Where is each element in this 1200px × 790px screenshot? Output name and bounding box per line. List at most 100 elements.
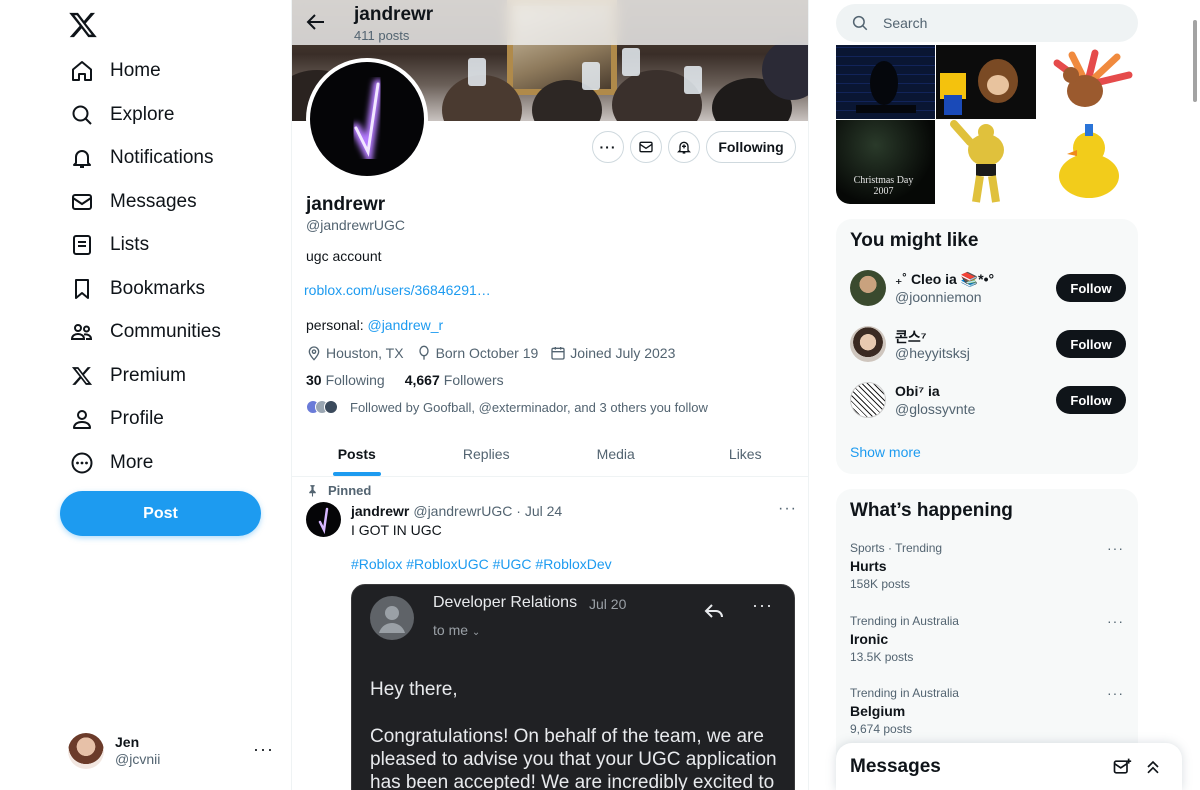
personal-handle-link[interactable]: @jandrew_r xyxy=(367,317,443,333)
bell-plus-icon xyxy=(677,141,691,154)
following-count: 30 xyxy=(306,372,322,388)
tweet-hashtags[interactable]: #Roblox #RobloxUGC #UGC #RobloxDev xyxy=(351,556,612,572)
calendar-icon xyxy=(551,347,565,360)
nav-communities[interactable]: Communities xyxy=(66,310,221,354)
double-chevron-up-icon[interactable] xyxy=(1143,757,1163,777)
trend-count: 13.5K posts xyxy=(850,650,914,664)
trend-context: Trending in Australia xyxy=(850,686,959,700)
media-thumb[interactable] xyxy=(836,45,935,119)
email-to-text: to me xyxy=(433,622,469,638)
x-logo-icon[interactable] xyxy=(68,10,98,40)
tweet-author[interactable]: jandrewr xyxy=(351,503,409,519)
email-recipient: to me ⌄ xyxy=(433,622,480,638)
tab-media[interactable]: Media xyxy=(551,431,681,476)
following-button[interactable]: Following xyxy=(706,131,796,163)
location-icon xyxy=(308,346,320,361)
show-more-link[interactable]: Show more xyxy=(850,444,921,460)
new-message-icon[interactable] xyxy=(1112,757,1132,777)
trend-item[interactable]: Trending in Australia Belgium 9,674 post… xyxy=(850,685,1126,745)
more-dots-icon[interactable]: ··· xyxy=(253,739,274,760)
trend-count: 9,674 posts xyxy=(850,722,913,736)
suggested-user-name: Obi⁷ ia xyxy=(895,383,940,399)
more-dots-icon[interactable]: ··· xyxy=(778,500,797,518)
scrollbar[interactable] xyxy=(1193,20,1197,102)
followers-link[interactable]: 4,667 Followers xyxy=(405,372,504,388)
nav-lists-label: Lists xyxy=(110,234,150,255)
suggested-user[interactable]: Obi⁷ ia @glossyvnte Follow xyxy=(850,380,1126,420)
more-dots-icon[interactable]: ··· xyxy=(1107,613,1124,629)
post-button[interactable]: Post xyxy=(60,491,261,536)
nav-notifications[interactable]: Notifications xyxy=(66,136,214,180)
more-options-button[interactable]: ··· xyxy=(592,131,624,163)
following-link[interactable]: 30 Following xyxy=(306,372,385,388)
search-input[interactable]: Search xyxy=(836,4,1138,42)
whats-happening-title: What’s happening xyxy=(850,500,1013,521)
reply-icon xyxy=(704,604,723,618)
nav-messages[interactable]: Messages xyxy=(66,180,197,224)
follow-button[interactable]: Follow xyxy=(1056,330,1126,358)
glow-check-logo xyxy=(318,507,329,535)
tweet-media-image[interactable]: Developer Relations Jul 20 to me ⌄ ··· H… xyxy=(351,584,795,790)
avatar xyxy=(850,270,886,306)
media-thumb[interactable]: Christmas Day 2007 xyxy=(836,120,935,204)
nav-home[interactable]: Home xyxy=(66,49,161,93)
trend-name: Belgium xyxy=(850,703,906,719)
avatar xyxy=(324,400,338,414)
more-dots-icon[interactable]: ··· xyxy=(1107,685,1124,701)
nav-bookmarks[interactable]: Bookmarks xyxy=(66,267,205,311)
suggested-user-name: 콘스⁷ xyxy=(895,329,927,345)
follow-button[interactable]: Follow xyxy=(1056,386,1126,414)
trend-item[interactable]: Sports · Trending Hurts 158K posts ··· xyxy=(850,540,1126,600)
media-thumb[interactable] xyxy=(936,45,1036,119)
nav-premium[interactable]: Premium xyxy=(66,354,186,398)
profile-meta: Houston, TX Born October 19 Joined July … xyxy=(306,344,687,362)
account-switcher[interactable]: Jen @jcvnii ··· xyxy=(68,727,280,775)
tab-likes[interactable]: Likes xyxy=(681,431,809,476)
media-thumb[interactable] xyxy=(1037,120,1137,204)
follow-button[interactable]: Follow xyxy=(1056,274,1126,302)
followed-by-text: Followed by Goofball, @exterminador, and… xyxy=(350,399,708,415)
suggested-user[interactable]: ₊˚ Cleo ia 📚*•° @joonniemon Follow xyxy=(850,268,1126,308)
nav-explore[interactable]: Explore xyxy=(66,93,174,137)
tab-posts[interactable]: Posts xyxy=(292,431,422,476)
profile-joined: Joined July 2023 xyxy=(570,345,676,361)
followed-by[interactable]: Followed by Goofball, @exterminador, and… xyxy=(306,398,708,416)
account-name: Jen xyxy=(115,734,140,750)
tab-replies[interactable]: Replies xyxy=(422,431,552,476)
nav-premium-label: Premium xyxy=(110,365,187,386)
profile-link[interactable]: roblox.com/users/36846291… xyxy=(304,282,491,298)
nav-lists[interactable]: Lists xyxy=(66,223,149,267)
list-icon xyxy=(66,229,98,261)
profile-display-name: jandrewr xyxy=(306,194,386,215)
message-button[interactable] xyxy=(630,131,662,163)
trend-item[interactable]: Trending in Australia Ironic 13.5K posts… xyxy=(850,613,1126,673)
messages-drawer[interactable]: Messages xyxy=(836,743,1182,790)
home-icon xyxy=(66,55,98,87)
nav-more[interactable]: More xyxy=(66,441,153,485)
messages-drawer-title: Messages xyxy=(850,756,941,777)
media-thumb[interactable] xyxy=(936,120,1036,204)
suggested-user-handle: @heyyitsksj xyxy=(895,345,970,361)
nav-profile-label: Profile xyxy=(110,408,164,429)
nav-messages-label: Messages xyxy=(110,191,197,212)
search-icon xyxy=(852,15,868,31)
back-arrow-icon[interactable] xyxy=(304,10,328,34)
account-handle: @jcvnii xyxy=(115,751,161,767)
profile-avatar[interactable] xyxy=(306,58,428,180)
media-thumb[interactable] xyxy=(1037,45,1137,119)
tweet-text: I GOT IN UGC xyxy=(351,522,442,538)
nav-profile[interactable]: Profile xyxy=(66,397,164,441)
email-greeting: Hey there, xyxy=(370,679,458,700)
header-title: jandrewr xyxy=(354,4,434,25)
person-icon xyxy=(66,403,98,435)
more-dots-icon[interactable]: ··· xyxy=(1107,540,1124,556)
bookmark-icon xyxy=(66,273,98,305)
avatar xyxy=(850,382,886,418)
suggested-user[interactable]: 콘스⁷ @heyyitsksj Follow xyxy=(850,324,1126,364)
notify-button[interactable] xyxy=(668,131,700,163)
email-date: Jul 20 xyxy=(589,596,627,612)
nav-more-label: More xyxy=(110,452,154,473)
tweet-avatar[interactable] xyxy=(306,502,341,537)
personal-prefix: personal: xyxy=(306,317,368,333)
profile-handle: @jandrewrUGC xyxy=(306,217,406,233)
